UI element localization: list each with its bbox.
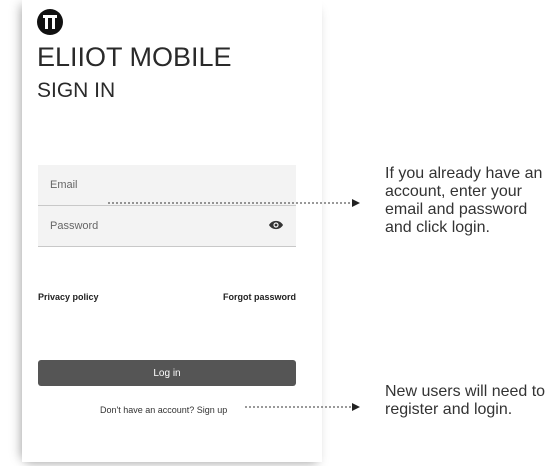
new-users-annotation: New users will need to register and logi… bbox=[385, 383, 546, 418]
existing-users-annotation: If you already have an account, enter yo… bbox=[385, 165, 543, 236]
callout-arrowhead-bottom bbox=[352, 403, 360, 411]
callout-arrowhead-top bbox=[352, 199, 360, 207]
